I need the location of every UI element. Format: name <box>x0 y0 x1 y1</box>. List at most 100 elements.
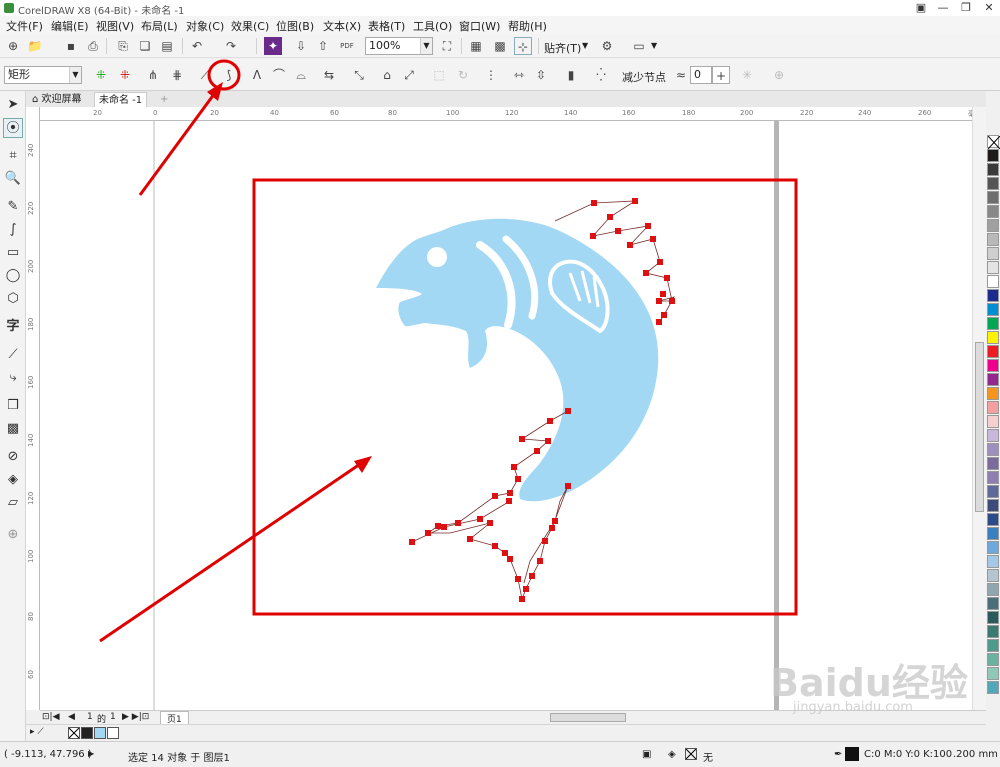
tab-document[interactable]: 未命名 -1 <box>94 92 148 107</box>
rotate-nodes-icon[interactable]: ↻ <box>454 66 472 84</box>
show-guidelines-icon[interactable]: ⊹ <box>514 37 532 55</box>
color-swatch[interactable] <box>987 415 999 428</box>
fish-shape[interactable] <box>376 218 659 502</box>
color-swatch[interactable] <box>987 457 999 470</box>
close-button[interactable]: ✕ <box>978 0 1000 16</box>
color-swatch[interactable] <box>987 387 999 400</box>
color-swatch[interactable] <box>81 727 93 739</box>
color-swatch[interactable] <box>987 667 999 680</box>
cusp-node-icon[interactable]: ᐱ <box>248 66 266 84</box>
color-swatch[interactable] <box>987 163 999 176</box>
color-swatch[interactable] <box>94 727 106 739</box>
chevron-right-icon[interactable]: ▶ <box>88 749 94 758</box>
vertical-scroll-thumb[interactable] <box>975 342 984 512</box>
save-icon[interactable]: ▪ <box>62 37 80 55</box>
color-swatch[interactable] <box>987 499 999 512</box>
color-swatch[interactable] <box>987 681 999 694</box>
color-swatch[interactable] <box>987 625 999 638</box>
object-type-combo[interactable]: 矩形 ▼ <box>4 66 82 84</box>
menu-object[interactable]: 对象(C) <box>186 18 224 34</box>
reflect-vertical-icon[interactable]: ⇳ <box>532 66 550 84</box>
color-swatch[interactable] <box>987 373 999 386</box>
text-tool-icon[interactable]: 字 <box>3 317 23 337</box>
plus-icon[interactable]: + <box>712 66 730 84</box>
undo-icon[interactable]: ↶ <box>188 37 206 55</box>
color-swatch[interactable] <box>987 331 999 344</box>
color-swatch[interactable] <box>987 653 999 666</box>
page-nav-next-icon[interactable]: ▶ ▶|⊡ <box>122 712 149 722</box>
tail-fin-nodes[interactable] <box>411 410 569 601</box>
parallel-dimension-icon[interactable]: ⟋ <box>3 345 23 365</box>
color-swatch[interactable] <box>987 485 999 498</box>
cut-icon[interactable]: ⎘ <box>114 37 132 55</box>
chevron-down-icon[interactable]: ▼ <box>651 41 657 50</box>
polygon-tool-icon[interactable]: ⬡ <box>3 289 23 309</box>
color-swatch[interactable] <box>987 527 999 540</box>
to-line-icon[interactable]: ⟋ <box>196 66 214 84</box>
redo-icon[interactable]: ↷ <box>222 37 240 55</box>
show-grid-icon[interactable]: ▩ <box>491 37 509 55</box>
align-nodes-icon[interactable]: ⋮ <box>482 66 500 84</box>
page-nav-first-icon[interactable]: ⊡|◀ <box>42 712 60 722</box>
color-swatch[interactable] <box>987 149 999 162</box>
import-icon[interactable]: ⇩ <box>292 37 310 55</box>
application-launcher-icon[interactable]: ▭ <box>630 37 648 55</box>
search-content-icon[interactable]: ✦ <box>264 37 282 55</box>
reflect-horizontal-icon[interactable]: ⇿ <box>510 66 528 84</box>
zoom-level-combo[interactable]: 100% ▼ <box>365 37 433 55</box>
color-swatch[interactable] <box>987 345 999 358</box>
page-nav-prev-icon[interactable]: ◀ <box>68 712 75 722</box>
menu-effects[interactable]: 效果(C) <box>231 18 269 34</box>
color-swatch[interactable] <box>987 471 999 484</box>
color-swatch[interactable] <box>987 191 999 204</box>
extend-curve-icon[interactable]: ⤡ <box>350 66 368 84</box>
menu-window[interactable]: 窗口(W) <box>459 18 500 34</box>
break-curve-icon[interactable]: ⋕ <box>168 66 186 84</box>
menu-table[interactable]: 表格(T) <box>368 18 405 34</box>
pdf-icon[interactable]: PDF <box>338 37 356 55</box>
no-color-swatch[interactable] <box>68 727 80 739</box>
vertical-ruler[interactable]: 240 220 200 180 160 140 120 100 80 60 <box>26 107 40 710</box>
connector-tool-icon[interactable]: ⤷ <box>3 368 23 388</box>
artistic-media-icon[interactable]: ∫ <box>3 220 23 240</box>
copy-icon[interactable]: ❏ <box>136 37 154 55</box>
snap-to-label[interactable]: 贴齐(T) <box>544 40 581 56</box>
elastic-mode-icon[interactable]: ▮ <box>562 66 580 84</box>
menu-view[interactable]: 视图(V) <box>96 18 134 34</box>
color-swatch[interactable] <box>987 597 999 610</box>
menu-tools[interactable]: 工具(O) <box>413 18 452 34</box>
vertical-scrollbar[interactable] <box>972 107 986 710</box>
chevron-down-icon[interactable]: ▼ <box>582 41 588 50</box>
color-swatch[interactable] <box>987 583 999 596</box>
color-swatch[interactable] <box>987 611 999 624</box>
color-swatch[interactable] <box>987 359 999 372</box>
ellipse-tool-icon[interactable]: ◯ <box>3 266 23 286</box>
minimize-button[interactable]: — <box>932 0 954 16</box>
rectangle-tool-icon[interactable]: ▭ <box>3 243 23 263</box>
scale-nodes-icon[interactable]: ⬚ <box>430 66 448 84</box>
crop-tool-icon[interactable]: ⌗ <box>3 146 23 166</box>
color-swatch[interactable] <box>987 205 999 218</box>
pick-tool-icon[interactable]: ➤ <box>3 95 23 115</box>
menu-text[interactable]: 文本(X) <box>323 18 361 34</box>
color-swatch[interactable] <box>987 303 999 316</box>
full-screen-icon[interactable]: ⛶ <box>438 37 456 55</box>
menu-edit[interactable]: 编辑(E) <box>51 18 89 34</box>
color-swatch[interactable] <box>987 513 999 526</box>
color-swatch[interactable] <box>987 177 999 190</box>
to-curve-icon[interactable]: ⟆ <box>220 66 238 84</box>
delete-node-icon[interactable]: ⁜ <box>116 66 134 84</box>
stretch-nodes-icon[interactable]: ⤢ <box>400 66 418 84</box>
color-swatch[interactable] <box>987 401 999 414</box>
add-node-icon[interactable]: ⁜ <box>92 66 110 84</box>
eyedropper-icon[interactable]: ⊘ <box>3 447 23 467</box>
color-swatch[interactable] <box>987 555 999 568</box>
color-swatch[interactable] <box>987 443 999 456</box>
symmetrical-node-icon[interactable]: ⌓ <box>292 66 310 84</box>
show-rulers-icon[interactable]: ▦ <box>467 37 485 55</box>
join-nodes-icon[interactable]: ⋔ <box>144 66 162 84</box>
add-toolbar-item-icon[interactable]: ⊕ <box>770 66 788 84</box>
new-tab-plus-icon[interactable]: + <box>156 92 172 107</box>
no-color-swatch[interactable] <box>987 135 1000 150</box>
color-swatch[interactable] <box>987 429 999 442</box>
